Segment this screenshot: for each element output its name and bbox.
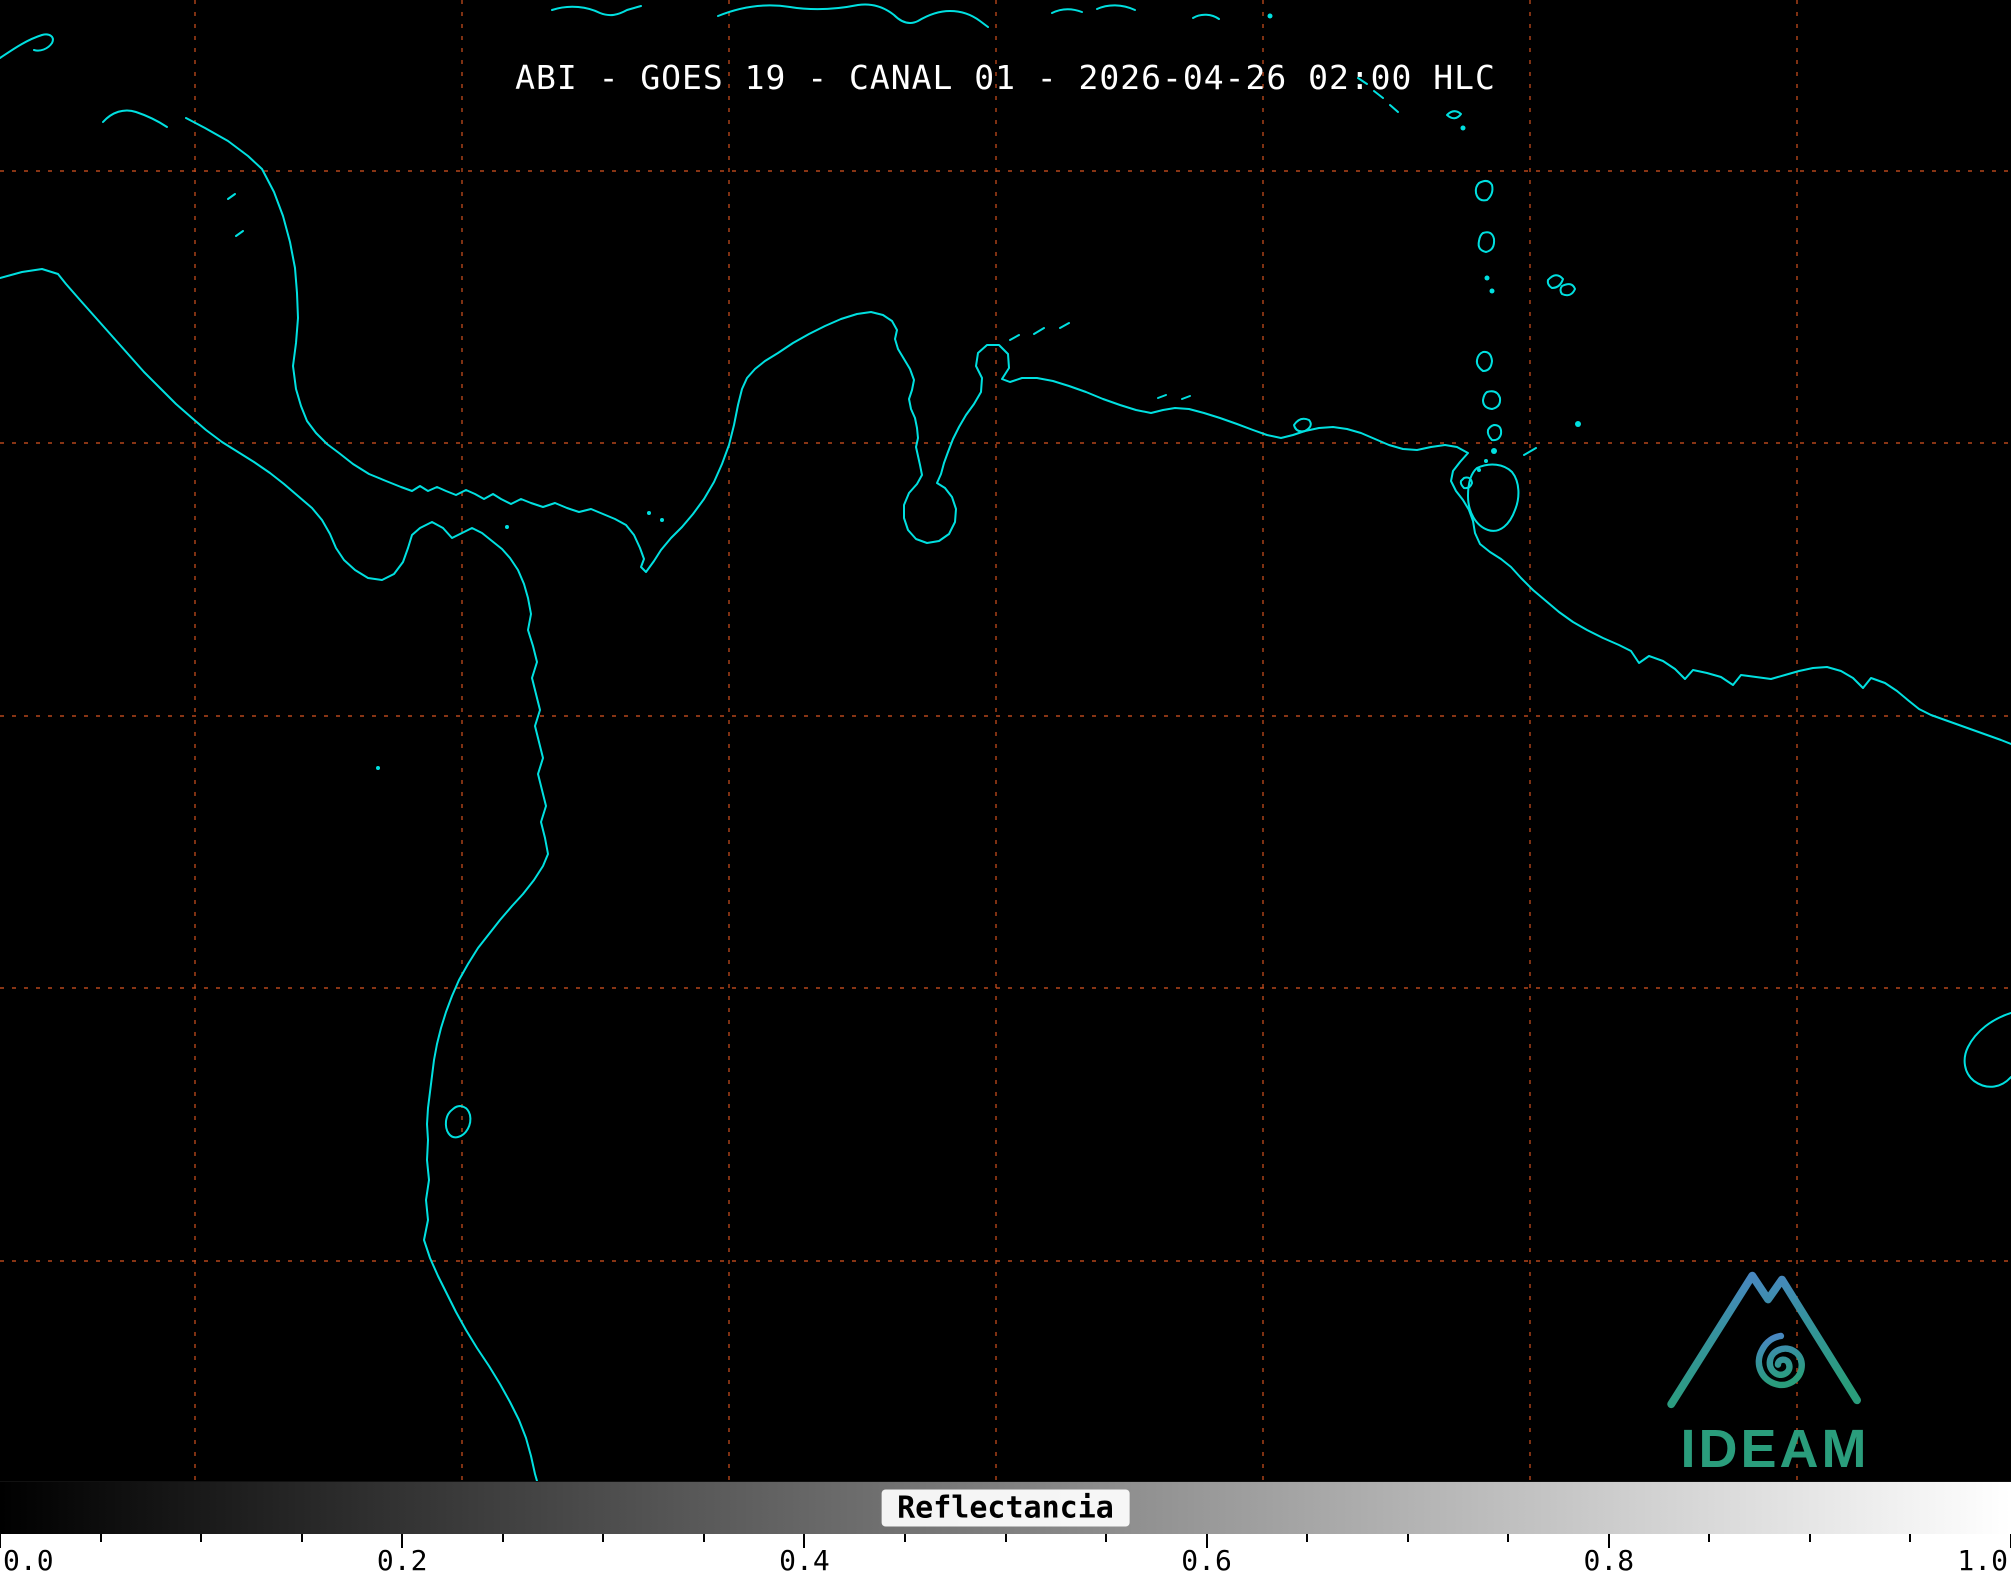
tick-mark [501, 1534, 504, 1542]
tick-mark [1306, 1534, 1309, 1542]
tick-mark [1004, 1534, 1007, 1542]
coastline-right-edge-fragment [1963, 1012, 2011, 1088]
coastline-mosquitia-fragment [102, 109, 168, 128]
coastline-pacific [0, 268, 549, 1481]
mountain-hurricane-spiral-icon [1667, 1271, 1861, 1409]
colorbar-tick-label-3: 0.6 [1181, 1544, 1232, 1577]
satellite-map: ABI - GOES 19 - CANAL 01 - 2026-04-26 02… [0, 0, 2011, 1481]
image-title: ABI - GOES 19 - CANAL 01 - 2026-04-26 02… [515, 58, 1496, 97]
tick-mark [602, 1534, 605, 1542]
ideam-logo: IDEAM [1655, 1250, 1895, 1476]
goes-satellite-image: ABI - GOES 19 - CANAL 01 - 2026-04-26 02… [0, 0, 2011, 1577]
coastline-lesser-antilles [1357, 77, 1581, 490]
tick-mark [1808, 1534, 1811, 1542]
coastline-trinidad-tobago [1467, 447, 1537, 532]
colorbar-axis: 0.0 0.2 0.4 0.6 0.8 1.0 [0, 1534, 2011, 1577]
tick-mark [200, 1534, 203, 1542]
logo-mountain-outline [1667, 1271, 1861, 1409]
ideam-logo-text: IDEAM [1680, 1419, 1870, 1479]
coastline-islets [376, 511, 664, 1139]
coastline-greater-antilles [551, 3, 1273, 28]
colorbar-tick-label-2: 0.4 [779, 1544, 830, 1577]
tick-mark [1406, 1534, 1409, 1542]
tick-mark [702, 1534, 705, 1542]
colorbar-tick-marks [0, 1534, 2011, 1550]
tick-mark [1507, 1534, 1510, 1542]
coastline-honduras-fragment [0, 33, 54, 59]
colorbar-tick-label-5: 1.0 [1957, 1544, 2008, 1577]
coastline-san-andres [227, 193, 244, 237]
tick-mark [1105, 1534, 1108, 1542]
colorbar-label: Reflectancia [881, 1489, 1130, 1527]
coastline-caribbean-south-america [185, 117, 2011, 745]
logo-hurricane-spiral [1755, 1332, 1805, 1389]
tick-mark [99, 1534, 102, 1542]
tick-mark [903, 1534, 906, 1542]
colorbar-tick-label-4: 0.8 [1583, 1544, 1635, 1577]
tick-mark [1708, 1534, 1711, 1542]
colorbar-tick-label-0: 0.0 [3, 1544, 54, 1577]
tick-mark [1909, 1534, 1912, 1542]
colorbar-gradient: Reflectancia [0, 1481, 2011, 1534]
tick-mark [0, 1534, 1, 1548]
coastline-venezuelan-islands [1009, 322, 1312, 433]
colorbar-tick-label-1: 0.2 [376, 1544, 428, 1577]
tick-mark [300, 1534, 303, 1542]
